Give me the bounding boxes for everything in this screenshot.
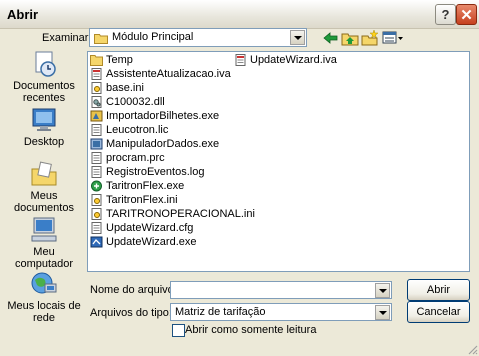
- resize-grip-icon[interactable]: [466, 343, 478, 355]
- readonly-label: Abrir como somente leitura: [185, 324, 317, 336]
- network-places-icon: [31, 272, 57, 294]
- file-name: UpdateWizard.iva: [250, 54, 337, 66]
- desktop-icon: [32, 108, 56, 131]
- readonly-checkbox[interactable]: [172, 324, 185, 337]
- executable-icon: [90, 138, 103, 150]
- file-name: base.ini: [106, 82, 144, 94]
- document-icon: [91, 152, 102, 164]
- document-icon: [91, 166, 102, 178]
- cancel-button[interactable]: Cancelar: [407, 301, 470, 323]
- recent-documents-icon: [35, 51, 56, 77]
- up-folder-icon[interactable]: [341, 30, 359, 46]
- place-label: Desktop: [23, 136, 65, 148]
- document-icon: [91, 222, 102, 234]
- filetype-label: Arquivos do tipo:: [90, 307, 172, 319]
- help-icon: ?: [441, 7, 450, 22]
- folder-icon: [90, 55, 103, 66]
- my-documents-icon: [31, 161, 57, 186]
- file-name: TaritronFlex.ini: [106, 194, 178, 206]
- folder-icon: [94, 34, 108, 44]
- file-name: Temp: [106, 54, 133, 66]
- my-computer-icon: [31, 217, 57, 242]
- open-dialog: Abrir ? ✕ Examinar: Módulo Principal Doc…: [0, 0, 479, 356]
- file-name: UpdateWizard.exe: [106, 236, 197, 248]
- place-label: Meus locais de rede: [7, 300, 81, 324]
- chevron-down-icon[interactable]: [375, 305, 390, 320]
- place-label: Meus documentos: [14, 190, 74, 214]
- close-icon: ✕: [460, 7, 473, 24]
- filename-input[interactable]: [170, 281, 392, 299]
- document-icon: [235, 54, 246, 66]
- settings-file-icon: [91, 194, 102, 206]
- look-in-combo[interactable]: Módulo Principal: [89, 28, 307, 47]
- file-name: C100032.dll: [106, 96, 165, 108]
- file-name: Leucotron.lic: [106, 124, 169, 136]
- view-menu-icon[interactable]: [382, 30, 404, 46]
- filetype-select[interactable]: Matriz de tarifação: [170, 303, 392, 321]
- new-folder-icon[interactable]: [361, 30, 379, 46]
- file-name: UpdateWizard.cfg: [106, 222, 194, 234]
- chevron-down-icon[interactable]: [290, 30, 305, 45]
- file-name: RegistroEventos.log: [106, 166, 205, 178]
- title-bar: Abrir ? ✕: [0, 0, 479, 29]
- filetype-value: Matriz de tarifação: [175, 306, 266, 318]
- file-name: AssistenteAtualizacao.iva: [106, 68, 231, 80]
- help-button[interactable]: ?: [435, 4, 456, 25]
- window-title: Abrir: [7, 7, 39, 22]
- file-name: ImportadorBilhetes.exe: [106, 110, 220, 122]
- look-in-label: Examinar:: [42, 32, 92, 44]
- file-list[interactable]: Temp AssistenteAtualizacao.iva base.ini …: [87, 51, 470, 272]
- close-button[interactable]: ✕: [456, 4, 477, 25]
- file-name: TaritronFlex.exe: [106, 180, 185, 192]
- dll-file-icon: [91, 96, 102, 108]
- place-label: Meu computador: [14, 246, 74, 270]
- document-icon: [91, 68, 102, 80]
- document-icon: [91, 124, 102, 136]
- look-in-value: Módulo Principal: [112, 31, 194, 43]
- settings-file-icon: [91, 208, 102, 220]
- open-button[interactable]: Abrir: [407, 279, 470, 301]
- executable-icon: [90, 236, 103, 248]
- file-name: procram.prc: [106, 152, 165, 164]
- place-label: Documentos recentes: [13, 80, 75, 104]
- file-name: TARITRONOPERACIONAL.ini: [106, 208, 255, 220]
- back-arrow-icon[interactable]: [322, 30, 340, 46]
- executable-icon: [91, 180, 102, 192]
- file-name: ManipuladorDados.exe: [106, 138, 220, 150]
- settings-file-icon: [91, 82, 102, 94]
- executable-icon: [90, 110, 103, 122]
- filename-label: Nome do arquivo:: [90, 284, 177, 296]
- chevron-down-icon[interactable]: [375, 283, 390, 298]
